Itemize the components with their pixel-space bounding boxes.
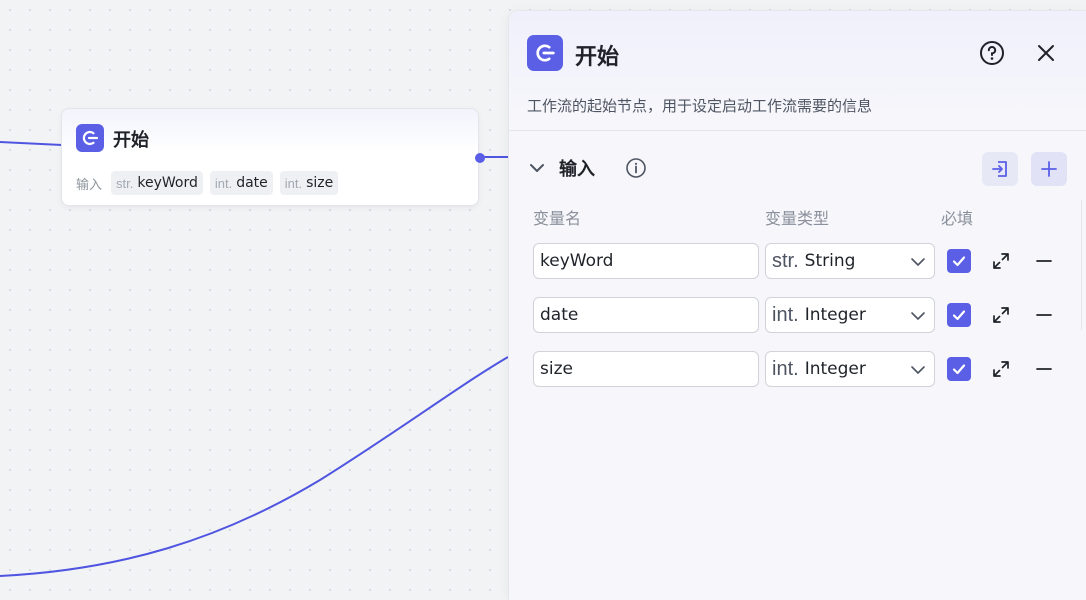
type-label: String (804, 251, 856, 271)
question-circle-icon (980, 41, 1004, 65)
required-checkbox[interactable] (947, 357, 971, 381)
required-checkbox[interactable] (947, 303, 971, 327)
input-chip-date: int. date (209, 171, 273, 195)
variable-name-input[interactable] (533, 297, 759, 333)
chip-type: int. (214, 175, 233, 191)
start-node-icon (527, 35, 563, 71)
panel-edge-divider (1081, 200, 1086, 330)
start-node-icon (76, 124, 104, 152)
chip-name: size (306, 175, 334, 191)
type-label: Integer (804, 359, 866, 379)
chip-type: int. (284, 175, 303, 191)
variable-row: int. Integer (533, 297, 1073, 333)
add-input-button[interactable] (1031, 152, 1067, 186)
node-settings-panel: 开始 工作流的起始节点，用于设定启动工作流需要的信息 输入 变量名 变量类型 必… (508, 10, 1086, 600)
checkmark-icon (952, 364, 966, 375)
required-checkbox[interactable] (947, 249, 971, 273)
incoming-edge[interactable] (0, 141, 63, 146)
minus-icon[interactable] (1034, 305, 1054, 325)
section-title: 输入 (559, 159, 595, 180)
variable-name-input[interactable] (533, 243, 759, 279)
node-inputs: 输入 str. keyWord int. date int. size (76, 171, 339, 195)
output-port[interactable] (475, 153, 485, 163)
connection-curve[interactable] (0, 356, 509, 577)
input-chip-keyword: str. keyWord (111, 171, 203, 195)
import-icon (992, 161, 1007, 177)
chevron-down-icon (911, 258, 925, 266)
variable-type-select[interactable]: int. Integer (765, 351, 935, 387)
panel-title: 开始 (575, 45, 620, 70)
type-prefix: int. (772, 303, 799, 326)
expand-arrows-icon[interactable] (991, 359, 1011, 379)
variable-row: str. String (533, 243, 1073, 279)
panel-description: 工作流的起始节点，用于设定启动工作流需要的信息 (527, 97, 873, 115)
column-header-type: 变量类型 (765, 209, 830, 228)
column-header-required: 必填 (941, 209, 974, 228)
node-title: 开始 (113, 130, 149, 151)
close-icon (1038, 45, 1054, 61)
expand-arrows-icon[interactable] (991, 305, 1011, 325)
help-button[interactable] (979, 40, 1005, 66)
variable-row: int. Integer (533, 351, 1073, 387)
start-node[interactable]: 开始 输入 str. keyWord int. date int. size (61, 108, 479, 206)
column-header-name: 变量名 (533, 209, 582, 228)
node-inputs-label: 输入 (76, 177, 103, 193)
chip-type: str. (116, 175, 134, 191)
expand-arrows-icon[interactable] (991, 251, 1011, 271)
checkmark-icon (952, 310, 966, 321)
chevron-down-icon (911, 366, 925, 374)
plus-icon (1041, 161, 1057, 177)
close-button[interactable] (1033, 40, 1059, 66)
chip-name: date (236, 175, 268, 191)
info-circle-icon[interactable] (625, 157, 647, 179)
chevron-down-icon (911, 312, 925, 320)
input-chip-size: int. size (279, 171, 339, 195)
minus-icon[interactable] (1034, 251, 1054, 271)
variable-type-select[interactable]: int. Integer (765, 297, 935, 333)
chip-name: keyWord (137, 175, 198, 191)
import-button[interactable] (982, 152, 1018, 186)
panel-header: 开始 工作流的起始节点，用于设定启动工作流需要的信息 (509, 11, 1086, 131)
variable-type-select[interactable]: str. String (765, 243, 935, 279)
type-prefix: str. (772, 249, 799, 272)
minus-icon[interactable] (1034, 359, 1054, 379)
checkmark-icon (952, 256, 966, 267)
type-label: Integer (804, 305, 866, 325)
type-prefix: int. (772, 357, 799, 380)
input-section-header: 输入 (527, 152, 1067, 186)
variable-name-input[interactable] (533, 351, 759, 387)
chevron-down-icon[interactable] (527, 158, 547, 178)
